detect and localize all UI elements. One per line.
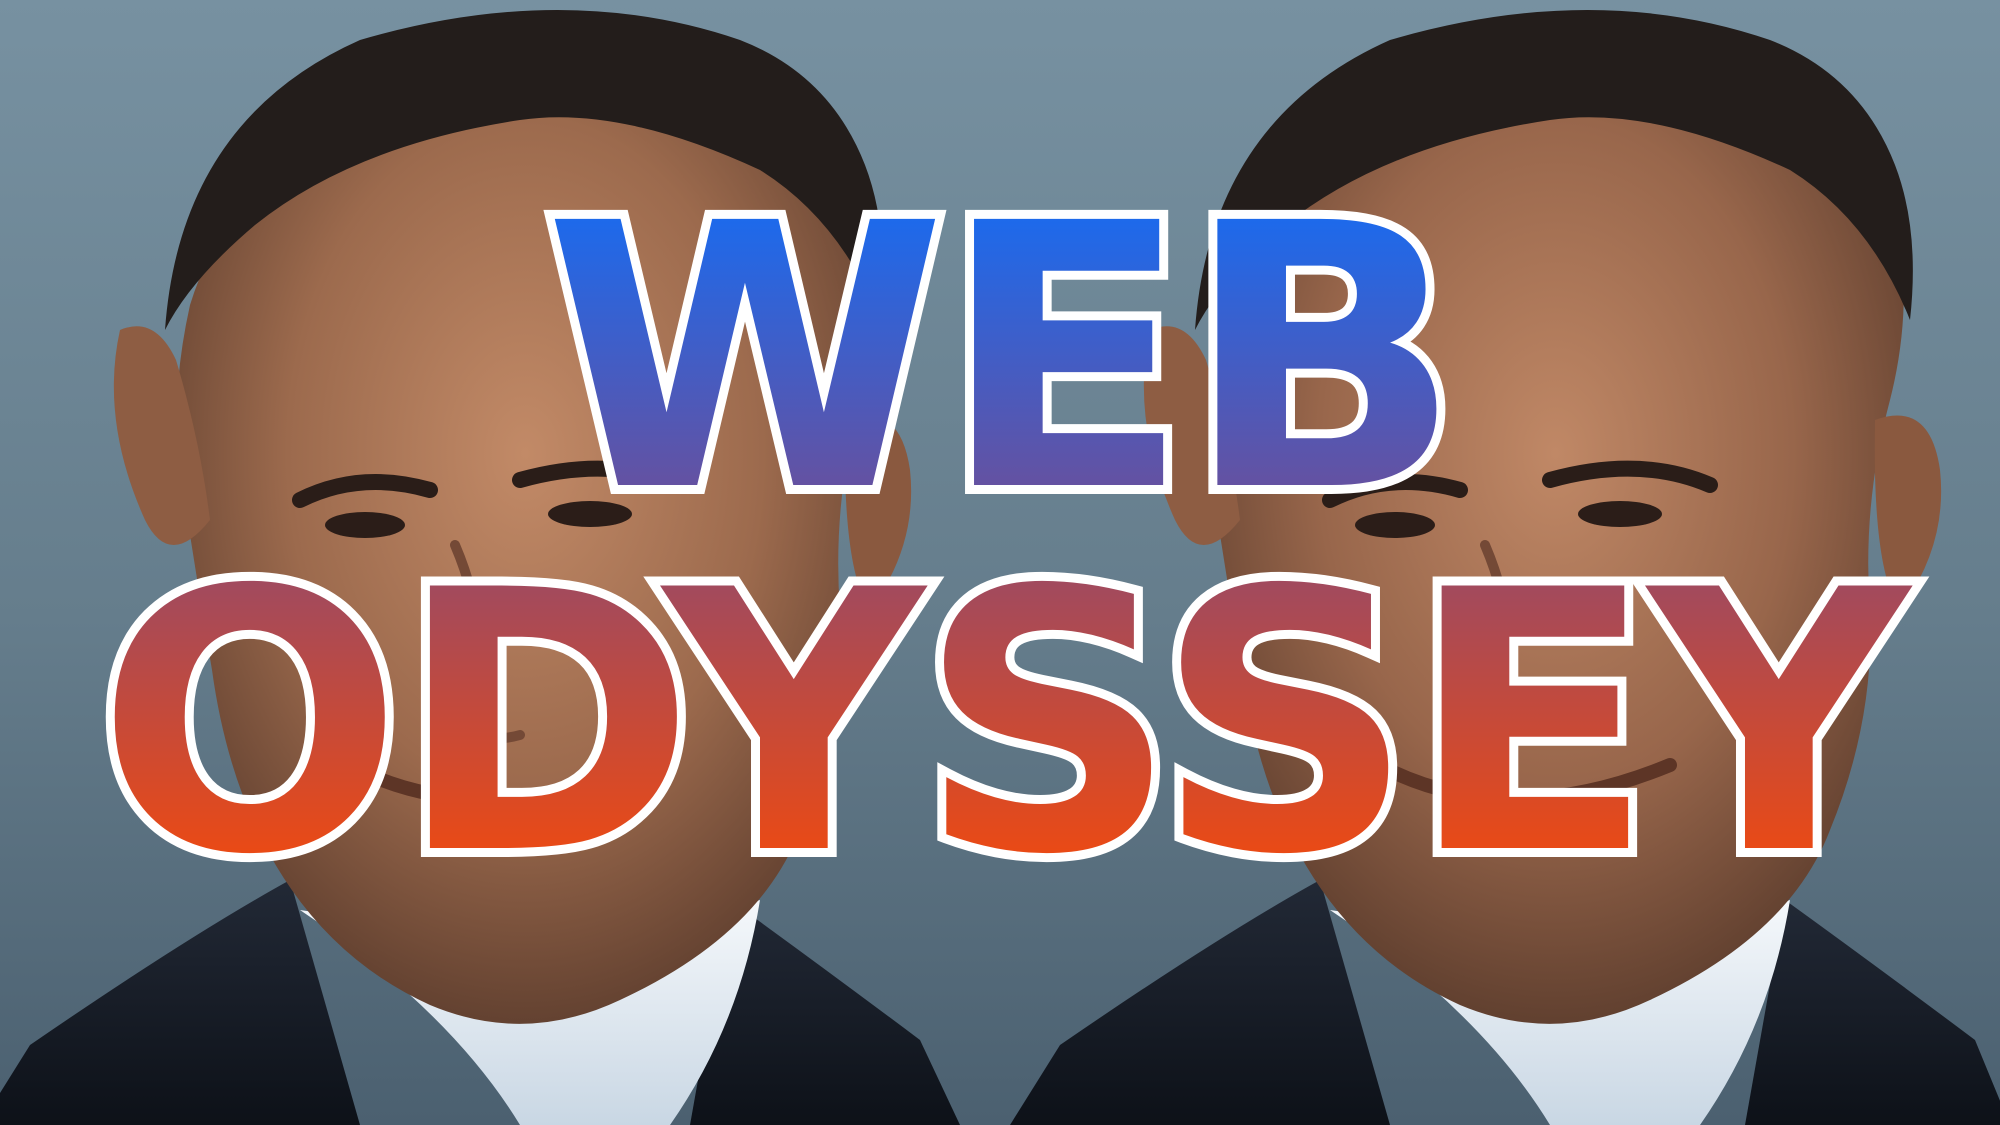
right-eye-right	[1578, 501, 1662, 527]
left-eye-right	[548, 501, 632, 527]
thumbnail-scene: WEB ODYSSEY	[0, 0, 2000, 1125]
left-eye-left	[325, 512, 405, 538]
right-eye-left	[1355, 512, 1435, 538]
portrait-illustration	[0, 0, 2000, 1125]
